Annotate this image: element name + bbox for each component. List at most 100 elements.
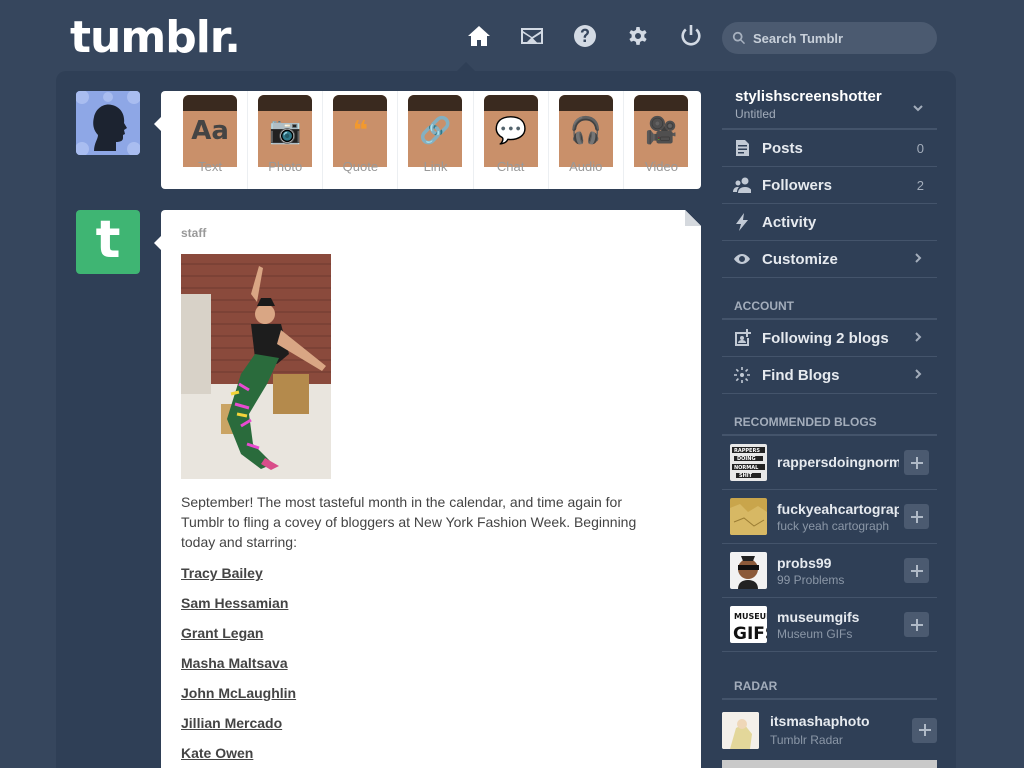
recommended-blog-avatar[interactable]: MUSEUM GIFS <box>730 606 767 643</box>
blog-subtitle: Untitled <box>735 107 776 121</box>
post-blogger-link[interactable]: Grant Legan <box>181 618 681 648</box>
radar-avatar[interactable] <box>722 711 759 749</box>
post-author[interactable]: staff <box>181 226 681 240</box>
svg-text:MUSEUM: MUSEUM <box>734 612 767 621</box>
recommended-blog-name: rappersdoingnorm <box>777 453 899 470</box>
recommended-blog-item: probs99 99 Problems <box>722 544 937 598</box>
chevron-right-icon <box>913 250 923 268</box>
post-blogger-link[interactable]: Masha Maltsava <box>181 648 681 678</box>
post-type-face: Aa <box>183 95 238 167</box>
follow-radar-button[interactable] <box>912 717 937 743</box>
menu-label: Following 2 blogs <box>762 329 889 347</box>
power-icon <box>680 25 701 46</box>
radar-item: itsmashaphoto Tumblr Radar <box>722 700 937 760</box>
recommended-blog-avatar[interactable]: RAPPERS DOING NORMAL SHIT <box>730 444 767 481</box>
plus-icon <box>910 618 923 631</box>
post-body-text: September! The most tasteful month in th… <box>181 494 637 550</box>
recommended-blog-item: MUSEUM GIFS museumgifsMuseum GIFs <box>722 598 937 652</box>
post-blogger-link[interactable]: Kate Owen <box>181 738 681 768</box>
blog-name: stylishscreenshotter <box>735 88 882 105</box>
follow-blog-button[interactable] <box>904 612 929 637</box>
post-links-list: Tracy Bailey Sam Hessamian Grant Legan Mash… <box>181 558 681 768</box>
search-bar[interactable] <box>722 22 937 54</box>
follow-blog-button[interactable] <box>904 504 929 529</box>
recommended-blog-desc: 99 Problems <box>777 572 845 587</box>
svg-text:DOING: DOING <box>737 456 756 462</box>
recommended-blog-link[interactable]: museumgifs Museum GIFs <box>777 609 899 641</box>
follow-blog-button[interactable] <box>904 450 929 475</box>
recommended-blog-link[interactable]: probs99 99 Problems <box>777 555 899 587</box>
post-type-face: 🎥 <box>634 95 689 167</box>
tumblr-logo[interactable]: tumblr. <box>70 12 241 63</box>
compose-label: Text <box>198 159 222 174</box>
radar-blog-name: itsmashaphoto <box>770 713 870 729</box>
gear-icon <box>628 27 647 45</box>
account-find-blogs[interactable]: Find Blogs <box>722 357 937 394</box>
post-type-face: 💬 <box>483 95 538 167</box>
recommended-blogs-list: RAPPERS DOING NORMAL SHIT rappersdoingnorm fu… <box>722 436 937 652</box>
link-icon: 🔗 <box>419 116 452 146</box>
photo-icon: 📷 <box>269 116 302 146</box>
recommended-blog-link[interactable]: fuckyeahcartograp fuck yeah cartograph <box>777 501 899 533</box>
nav-active-pointer <box>457 62 475 71</box>
compose-text-button[interactable]: Aa Text <box>173 91 249 189</box>
home-icon <box>467 26 490 46</box>
compose-label: Audio <box>569 159 603 174</box>
quote-icon: ❝ <box>352 116 368 146</box>
sidebar: stylishscreenshotter Untitled Posts 0 Foll… <box>722 84 937 768</box>
menu-label: Posts <box>762 139 803 157</box>
svg-text:RAPPERS: RAPPERS <box>734 448 760 454</box>
svg-text:SHIT: SHIT <box>739 473 753 479</box>
sidebar-item-activity[interactable]: Activity <box>722 204 937 241</box>
account-following-2-blogs[interactable]: Following 2 blogs <box>722 320 937 357</box>
chevron-right-icon <box>913 366 923 384</box>
recommended-blog-link[interactable]: rappersdoingnorm <box>777 454 899 472</box>
radar-text[interactable]: itsmashaphoto Tumblr Radar <box>770 713 892 747</box>
posts-icon <box>732 138 752 158</box>
post-blogger-link[interactable]: Tracy Bailey <box>181 558 681 588</box>
sidebar-item-posts[interactable]: Posts 0 <box>722 130 937 167</box>
post-fold-corner <box>685 210 701 226</box>
blog-switcher[interactable]: stylishscreenshotter Untitled <box>722 84 937 130</box>
compose-link-button[interactable]: 🔗 Link <box>398 91 474 189</box>
post-blogger-link[interactable]: Sam Hessamian <box>181 588 681 618</box>
settings-button[interactable] <box>611 22 664 50</box>
main-nav <box>452 22 717 50</box>
recommended-blog-avatar[interactable] <box>730 552 767 589</box>
post-photo[interactable] <box>181 254 331 479</box>
recommended-blog-name: probs99 <box>777 554 832 571</box>
dashboard-button[interactable] <box>452 22 505 50</box>
recommended-blog-desc: Museum GIFs <box>777 626 853 641</box>
following-icon <box>732 328 752 348</box>
sidebar-item-customize[interactable]: Customize <box>722 241 937 278</box>
compose-quote-button[interactable]: ❝ Quote <box>323 91 399 189</box>
compose-chat-button[interactable]: 💬 Chat <box>474 91 549 189</box>
follow-blog-button[interactable] <box>904 558 929 583</box>
post-blogger-link[interactable]: Jillian Mercado <box>181 708 681 738</box>
messages-button[interactable] <box>505 22 558 50</box>
post-type-face: ❝ <box>333 95 388 167</box>
recommended-blog-item: fuckyeahcartograp fuck yeah cartograph <box>722 490 937 544</box>
sidebar-item-followers[interactable]: Followers 2 <box>722 167 937 204</box>
compose-photo-button[interactable]: 📷 Photo <box>248 91 324 189</box>
post-type-face: 📷 <box>258 95 313 167</box>
post-blogger-link[interactable]: John McLaughlin <box>181 678 681 708</box>
compose-audio-button[interactable]: 🎧 Audio <box>549 91 624 189</box>
user-avatar[interactable] <box>76 91 140 155</box>
text-icon: Aa <box>191 116 229 146</box>
account-menu: Following 2 blogs Find Blogs <box>722 320 937 394</box>
radar-preview-image[interactable] <box>722 760 937 768</box>
plus-icon <box>910 564 923 577</box>
staff-avatar[interactable]: t <box>76 210 140 274</box>
svg-text:GIFS: GIFS <box>733 624 767 643</box>
search-input[interactable] <box>753 30 933 46</box>
activity-icon <box>732 212 752 232</box>
radar-source: Tumblr Radar <box>770 733 843 747</box>
plus-icon <box>910 510 923 523</box>
logout-button[interactable] <box>664 22 717 50</box>
search-icon <box>732 31 746 45</box>
recommended-blog-avatar[interactable] <box>730 498 767 535</box>
menu-label: Followers <box>762 176 833 194</box>
compose-video-button[interactable]: 🎥 Video <box>624 91 699 189</box>
help-button[interactable] <box>558 22 611 50</box>
